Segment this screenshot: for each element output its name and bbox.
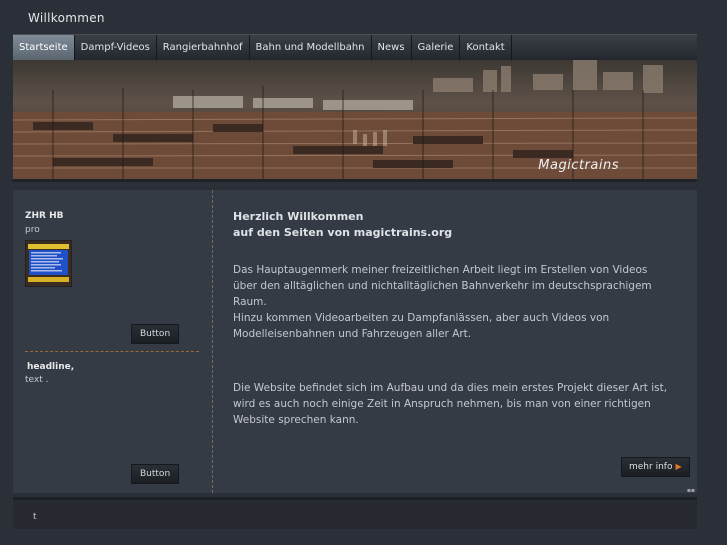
nav-news[interactable]: News	[372, 35, 412, 60]
content-area: ZHR HB pro Button headline, text . Butto…	[13, 187, 697, 494]
header-banner: Magictrains	[13, 60, 697, 182]
schedule-board-image	[26, 241, 71, 286]
welcome-heading-line2: auf den Seiten von magictrains.org	[233, 226, 453, 239]
more-info-label: mehr info	[629, 462, 673, 472]
nav-galerie[interactable]: Galerie	[412, 35, 461, 60]
status-paragraph: Die Website befindet sich im Aufbau und …	[233, 382, 668, 426]
more-info-button[interactable]: mehr info ▶	[621, 457, 690, 477]
corner-mark: ▪▪	[686, 487, 695, 494]
sidebar-text: text .	[25, 375, 49, 385]
magictrains-logo: Magictrains	[538, 158, 619, 173]
intro-paragraph: Das Hauptaugenmerk meiner freizeitlichen…	[233, 262, 673, 342]
nav-rangierbahnhof[interactable]: Rangierbahnhof	[157, 35, 250, 60]
sidebar-title: ZHR HB	[25, 211, 64, 221]
intro-text-1: Das Hauptaugenmerk meiner freizeitlichen…	[233, 264, 652, 308]
nav-startseite[interactable]: Startseite	[13, 35, 75, 60]
sidebar-button-2[interactable]: Button	[131, 464, 180, 484]
main-nav: Startseite Dampf-Videos Rangierbahnhof B…	[13, 34, 697, 60]
sidebar: ZHR HB pro Button headline, text . Butto…	[13, 190, 213, 493]
sidebar-button-1[interactable]: Button	[131, 324, 180, 344]
sidebar-divider	[25, 351, 199, 352]
nav-kontakt[interactable]: Kontakt	[460, 35, 512, 60]
sidebar-headline: headline,	[27, 362, 75, 372]
nav-dampf-videos[interactable]: Dampf-Videos	[75, 35, 157, 60]
welcome-heading-line1: Herzlich Willkommen	[233, 210, 364, 223]
nav-bahn-und-modellbahn[interactable]: Bahn und Modellbahn	[250, 35, 372, 60]
footer: t	[13, 497, 697, 529]
arrow-right-icon: ▶	[675, 462, 682, 471]
sidebar-subtitle: pro	[25, 225, 40, 235]
intro-text-2: Hinzu kommen Videoarbeiten zu Dampfanläs…	[233, 312, 610, 340]
site-title: Willkommen	[28, 11, 105, 25]
sidebar-thumbnail[interactable]	[25, 240, 72, 287]
welcome-heading: Herzlich Willkommen auf den Seiten von m…	[233, 209, 452, 241]
footer-text: t	[33, 512, 37, 522]
